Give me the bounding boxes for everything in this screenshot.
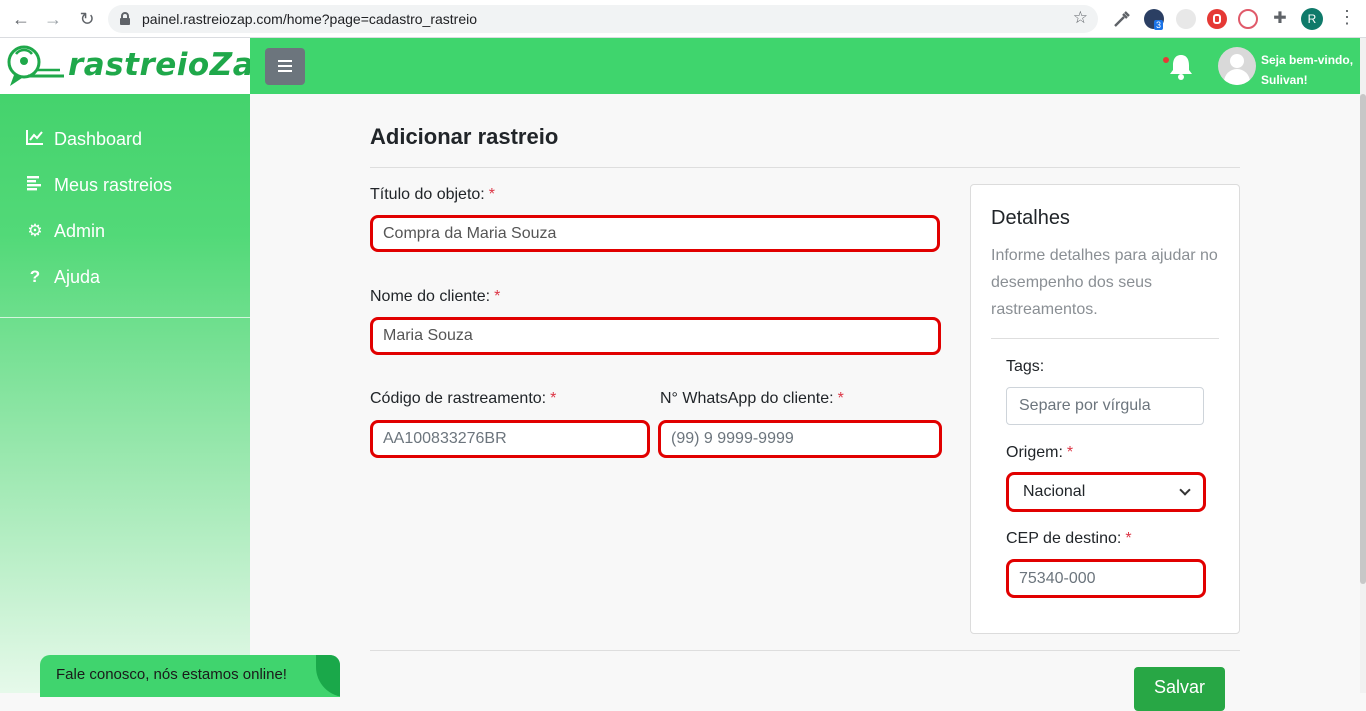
tracking-code-input[interactable] (370, 420, 650, 458)
bell-icon[interactable] (1168, 52, 1194, 80)
chat-widget-text: Fale conosco, nós estamos online! (56, 666, 287, 683)
url-text[interactable]: painel.rastreiozap.com/home?page=cadastr… (142, 11, 477, 27)
whatsapp-label: N° WhatsApp do cliente: * (660, 390, 844, 407)
sidebar-item-ajuda[interactable]: ? Ajuda (0, 254, 250, 300)
chart-line-icon (24, 129, 46, 150)
origin-selected-value: Nacional (1023, 483, 1086, 500)
object-title-input[interactable] (370, 215, 940, 252)
save-button[interactable]: Salvar (1134, 667, 1225, 711)
client-name-label: Nome do cliente: * (370, 288, 501, 305)
divider (370, 650, 1240, 651)
logo-icon (7, 45, 64, 86)
top-navbar: Seja bem-vindo, Sulivan! (250, 38, 1360, 94)
divider (370, 167, 1240, 168)
browser-toolbar: ← → ↻ painel.rastreiozap.com/home?page=c… (0, 0, 1366, 38)
sidebar-item-label: Dashboard (54, 128, 143, 149)
list-icon (24, 175, 46, 196)
origin-select[interactable]: Nacional (1006, 472, 1206, 512)
user-avatar[interactable] (1218, 47, 1256, 85)
sidebar-item-admin[interactable]: ⚙ Admin (0, 208, 250, 254)
browser-menu-icon[interactable]: ⋮ (1338, 7, 1356, 28)
bookmark-star-icon[interactable]: ☆ (1073, 8, 1088, 28)
menu-toggle-button[interactable] (265, 48, 305, 85)
forward-icon[interactable]: → (42, 8, 64, 30)
extension-icon[interactable]: 3 (1144, 9, 1164, 30)
client-name-input[interactable] (370, 317, 941, 355)
puzzle-extensions-icon[interactable]: ✚ (1270, 9, 1290, 29)
sidebar-menu: Dashboard Meus rastreios ⚙ Admin ? Ajuda (0, 116, 250, 300)
tracking-code-label: Código de rastreamento: * (370, 390, 557, 407)
chevron-down-icon (1179, 484, 1191, 496)
sidebar-item-label: Ajuda (54, 266, 101, 287)
divider (991, 338, 1219, 339)
extension-icon[interactable] (1176, 9, 1196, 29)
whatsapp-input[interactable] (658, 420, 942, 458)
extension-icon[interactable] (1238, 9, 1258, 29)
extension-badge: 3 (1154, 20, 1164, 30)
sidebar-item-label: Admin (54, 220, 106, 241)
reload-icon[interactable]: ↻ (76, 8, 98, 30)
origin-label: Origem: * (1006, 444, 1074, 461)
details-description: Informe detalhes para ajudar no desempen… (991, 247, 1218, 318)
sidebar-item-label: Meus rastreios (54, 174, 173, 195)
sidebar-divider (0, 317, 250, 318)
profile-avatar[interactable]: R (1301, 8, 1323, 30)
details-title: Detalhes (991, 207, 1070, 229)
page-title: Adicionar rastreio (370, 124, 559, 149)
tags-input[interactable] (1006, 387, 1204, 425)
details-card: Detalhes Informe detalhes para ajudar no… (970, 184, 1240, 634)
welcome-text: Seja bem-vindo, Sulivan! (1261, 53, 1354, 87)
lock-icon[interactable] (120, 12, 130, 25)
address-bar[interactable]: painel.rastreiozap.com/home?page=cadastr… (108, 5, 1098, 33)
question-icon: ? (29, 267, 41, 286)
sidebar: rastreioZap Dashboard Meus rastreios ⚙ A… (0, 38, 276, 693)
object-title-label: Título do objeto: * (370, 186, 495, 203)
brand-name: rastreioZap (68, 47, 277, 83)
tags-label: Tags: (1006, 358, 1045, 375)
eyedropper-extension-icon[interactable] (1112, 9, 1132, 29)
cep-label: CEP de destino: * (1006, 530, 1132, 547)
cep-input[interactable] (1006, 559, 1206, 598)
sidebar-item-meus-rastreios[interactable]: Meus rastreios (0, 162, 250, 208)
scrollbar-thumb[interactable] (1360, 94, 1366, 584)
chat-widget[interactable]: Fale conosco, nós estamos online! (40, 655, 340, 697)
sidebar-item-dashboard[interactable]: Dashboard (0, 116, 250, 162)
logo[interactable]: rastreioZap (0, 38, 276, 94)
adblock-extension-icon[interactable] (1207, 9, 1227, 29)
chat-leaf-icon (316, 655, 340, 697)
gears-icon: ⚙ (27, 221, 43, 240)
back-icon[interactable]: ← (10, 8, 32, 30)
